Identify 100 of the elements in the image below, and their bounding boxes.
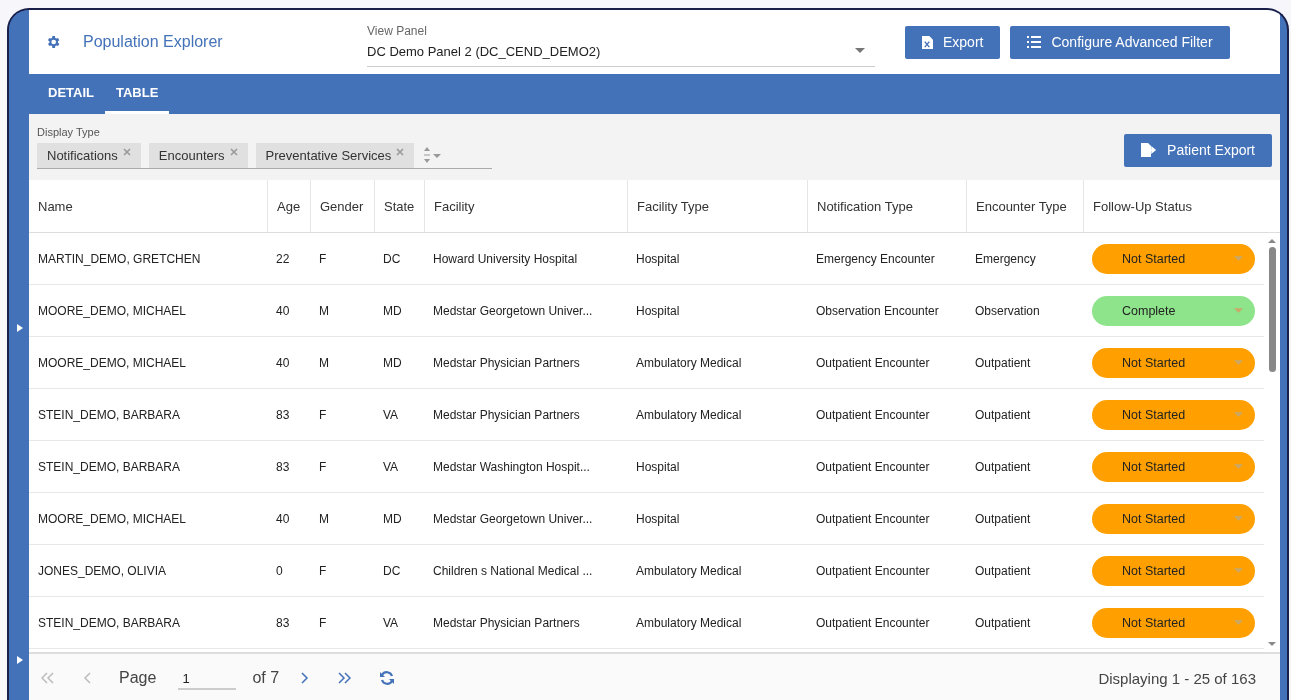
last-page-icon[interactable] (337, 672, 352, 684)
status-dropdown[interactable]: Not Started (1092, 607, 1255, 638)
first-page-icon[interactable] (41, 672, 55, 684)
scrollbar-thumb[interactable] (1268, 247, 1276, 372)
table-cell: Hospital (636, 511, 680, 526)
table-cell: Outpatient (975, 407, 1031, 422)
column-header[interactable]: Encounter Type (966, 180, 1083, 232)
table-cell: Medstar Washington Hospit... (433, 459, 590, 474)
table-cell: DC (383, 563, 401, 578)
column-header[interactable]: Notification Type (807, 180, 966, 232)
export-button[interactable]: Export (905, 25, 1001, 59)
status-dropdown[interactable]: Not Started (1092, 503, 1255, 534)
table-cell: 22 (276, 251, 290, 266)
previous-page-icon[interactable] (83, 672, 91, 684)
caret-icon (1234, 360, 1243, 365)
status-dropdown[interactable]: Not Started (1092, 243, 1255, 274)
table-cell: Outpatient Encounter (816, 407, 930, 422)
caret-icon (1234, 568, 1243, 573)
column-header[interactable]: State (374, 180, 424, 232)
table-cell: Hospital (636, 459, 680, 474)
table-cell: Ambulatory Medical (636, 355, 742, 370)
patient-export-button[interactable]: Patient Export (1124, 133, 1272, 167)
caret-icon (1234, 412, 1243, 417)
table-cell: Outpatient (975, 511, 1031, 526)
caret-icon (1234, 516, 1243, 521)
remove-icon[interactable] (122, 147, 131, 156)
table-cell: STEIN_DEMO, BARBARA (38, 615, 181, 630)
table-cell: M (319, 511, 329, 526)
table-cell: MD (383, 511, 402, 526)
table-cell: 0 (276, 563, 283, 578)
table-cell: STEIN_DEMO, BARBARA (38, 407, 181, 422)
status-dropdown[interactable]: Complete (1092, 295, 1255, 326)
table-cell: 83 (276, 615, 290, 630)
table-cell: Outpatient (975, 459, 1031, 474)
view-panel-dropdown[interactable]: View Panel DC Demo Panel 2 (DC_CEND_DEMO2) (367, 17, 875, 67)
table-cell: Outpatient Encounter (816, 459, 930, 474)
scroll-down-icon[interactable] (1268, 642, 1276, 646)
display-type-label: Display Type (37, 125, 101, 138)
tab[interactable]: DETAIL (37, 74, 105, 114)
table-cell: Emergency (975, 251, 1036, 266)
table-cell: Ambulatory Medical (636, 407, 742, 422)
status-dropdown[interactable]: Not Started (1092, 347, 1255, 378)
table-cell: Howard University Hospital (433, 251, 578, 266)
status-dropdown[interactable]: Not Started (1092, 555, 1255, 586)
table-cell: MD (383, 355, 402, 370)
column-header[interactable]: Age (267, 180, 310, 232)
table-cell: Outpatient (975, 355, 1031, 370)
table-cell: Emergency Encounter (816, 251, 935, 266)
table-cell: 83 (276, 407, 290, 422)
table-cell: Ambulatory Medical (636, 615, 742, 630)
remove-icon[interactable] (229, 147, 238, 156)
chip-label: Encounters (158, 147, 225, 163)
expand-arrow-icon[interactable] (17, 324, 23, 332)
column-header[interactable]: Name (29, 180, 267, 232)
next-page-icon[interactable] (301, 672, 310, 684)
table-cell: Outpatient Encounter (816, 355, 930, 370)
caret-icon (855, 47, 865, 53)
table-cell: Ambulatory Medical (636, 563, 742, 578)
table-cell: DC (383, 251, 401, 266)
expand-arrow-icon[interactable] (17, 656, 23, 664)
refresh-icon[interactable] (379, 670, 396, 686)
table-cell: F (319, 407, 327, 422)
column-header[interactable]: Facility (424, 180, 627, 232)
table-cell: Medstar Georgetown Univer... (433, 303, 593, 318)
filter-button[interactable]: Configure Advanced Filter (1010, 25, 1230, 59)
table-cell: Children s National Medical ... (433, 563, 593, 578)
table-cell: 40 (276, 303, 290, 318)
remove-icon[interactable] (396, 147, 405, 156)
table-cell: Medstar Georgetown Univer... (433, 511, 593, 526)
table-cell: Observation (975, 303, 1040, 318)
table-cell: Outpatient Encounter (816, 511, 930, 526)
column-header[interactable]: Gender (310, 180, 374, 232)
table-cell: 40 (276, 511, 290, 526)
sort-caret-icon[interactable] (422, 146, 443, 164)
settings-icon[interactable] (45, 34, 61, 50)
scroll-up-icon[interactable] (1268, 239, 1276, 243)
table-cell: Outpatient (975, 563, 1031, 578)
page-input[interactable]: 1 (178, 666, 237, 690)
table-cell: Hospital (636, 251, 680, 266)
table-cell: F (319, 615, 327, 630)
caret-icon (1234, 620, 1243, 625)
table-cell: F (319, 563, 327, 578)
status-dropdown[interactable]: Not Started (1092, 451, 1255, 482)
status-dropdown[interactable]: Not Started (1092, 399, 1255, 430)
caret-icon (1234, 256, 1243, 261)
column-header[interactable]: Follow-Up Status (1083, 180, 1264, 232)
table-cell: Medstar Physician Partners (433, 355, 580, 370)
column-header[interactable]: Facility Type (627, 180, 807, 232)
record-summary: Displaying 1 - 25 of 163 (1098, 669, 1256, 687)
table-cell: VA (383, 407, 399, 422)
table-cell: 83 (276, 459, 290, 474)
list-icon (1027, 36, 1042, 48)
table-cell: Outpatient Encounter (816, 563, 930, 578)
display-type-field[interactable]: Notifications Encounters Preventative Services (37, 142, 492, 169)
table-cell: MARTIN_DEMO, GRETCHEN (38, 251, 201, 266)
app-title: Population Explorer (83, 33, 224, 51)
chip-label: Preventative Services (265, 147, 392, 163)
table-cell: MOORE_DEMO, MICHAEL (38, 303, 187, 318)
table-cell: F (319, 251, 327, 266)
page-label: Page (119, 669, 157, 687)
